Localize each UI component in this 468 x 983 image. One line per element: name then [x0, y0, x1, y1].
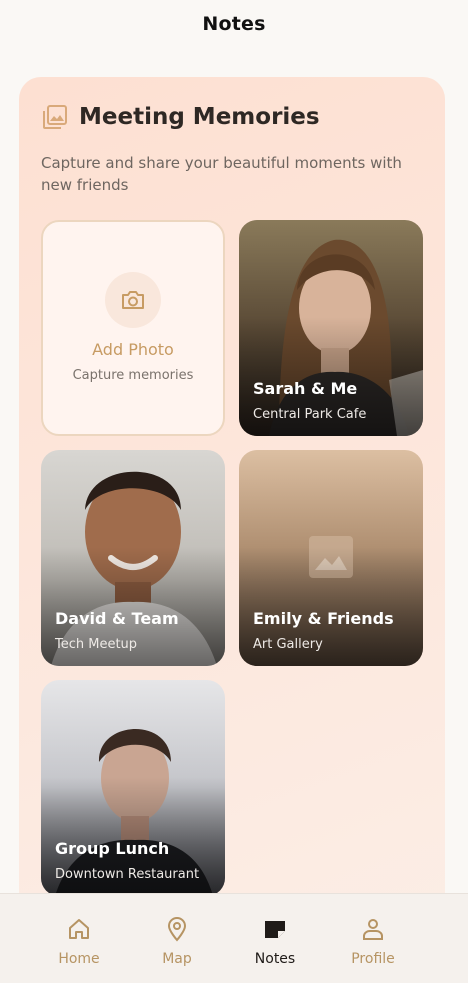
memory-place: Central Park Cafe — [253, 407, 367, 422]
memory-title: Group Lunch — [55, 839, 170, 858]
memory-title: David & Team — [55, 609, 179, 628]
nav-item-profile[interactable]: Profile — [324, 894, 422, 983]
nav-label: Notes — [254, 951, 296, 967]
nav-label: Home — [58, 951, 100, 967]
person-icon — [363, 919, 383, 940]
page-title: Notes — [202, 13, 266, 35]
memory-tile-emily[interactable]: Emily & Friends Art Gallery — [239, 450, 423, 666]
nav-label: Map — [162, 951, 192, 967]
memory-tile-david[interactable]: David & Team Tech Meetup — [41, 450, 225, 666]
memory-tile-group-lunch[interactable]: Group Lunch Downtown Restaurant — [41, 680, 225, 896]
add-photo-button[interactable]: Add Photo Capture memories — [41, 220, 225, 436]
bottom-navigation: Home Map Notes Profile — [0, 893, 468, 983]
memory-title: Emily & Friends — [253, 609, 394, 628]
top-app-bar: Notes — [0, 0, 468, 48]
photo-album-icon — [43, 105, 67, 129]
nav-item-home[interactable]: Home — [30, 894, 128, 983]
section-header: Meeting Memories — [41, 103, 320, 131]
map-pin-icon — [167, 917, 187, 942]
home-icon — [69, 919, 89, 939]
camera-icon-wrap — [105, 272, 161, 328]
meeting-memories-card: Meeting Memories Capture and share your … — [19, 77, 445, 977]
memory-place: Downtown Restaurant — [55, 867, 200, 882]
section-description: Capture and share your beautiful moments… — [41, 154, 402, 194]
add-photo-label: Add Photo — [92, 340, 174, 359]
nav-item-map[interactable]: Map — [128, 894, 226, 983]
section-title: Meeting Memories — [79, 104, 320, 130]
nav-label: Profile — [351, 951, 395, 967]
memory-tile-sarah[interactable]: Sarah & Me Central Park Cafe — [239, 220, 423, 436]
memory-title: Sarah & Me — [253, 379, 358, 398]
memory-place: Art Gallery — [253, 637, 323, 652]
add-photo-sublabel: Capture memories — [72, 368, 194, 383]
nav-item-notes[interactable]: Notes — [226, 894, 324, 983]
note-icon — [265, 921, 285, 938]
memory-place: Tech Meetup — [55, 637, 138, 652]
camera-icon — [122, 291, 144, 309]
